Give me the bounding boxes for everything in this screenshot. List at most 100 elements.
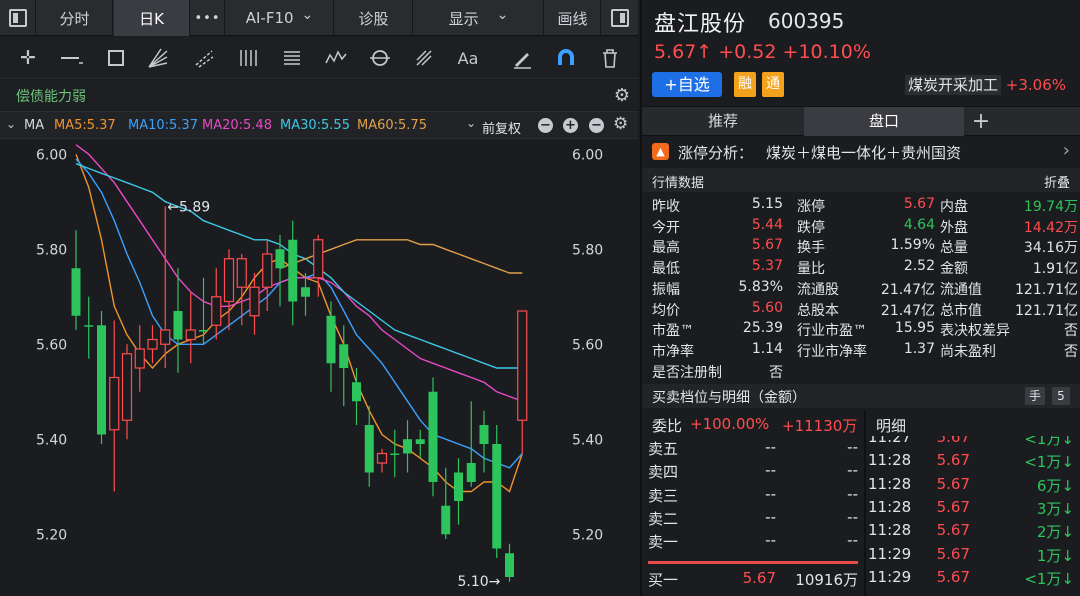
plus-icon[interactable]: + <box>563 118 578 133</box>
market-field-value: 1.91亿 <box>1032 261 1078 278</box>
market-field-label: 表决权差异 <box>940 323 1010 340</box>
trade-tick-row: 11:27 5.67 <1万↓ <box>866 436 1080 449</box>
trade-price: 5.67 <box>936 497 970 516</box>
candle-body <box>517 310 528 421</box>
market-field-label: 尚未盈利 <box>940 343 996 360</box>
order-book-level[interactable]: 卖五 -- -- <box>642 436 864 459</box>
ma60-value: MA60:5.75 <box>357 118 427 133</box>
settings-gear-icon[interactable]: ⚙ <box>614 85 630 106</box>
channel-tool[interactable] <box>190 45 218 71</box>
order-ratio-pct: +100.00% <box>690 415 770 433</box>
kline-chart[interactable]: 6.00 6.00 5.80 5.80 5.60 5.60 5.40 5.40 5.20 5.20… <box>0 140 638 596</box>
market-field-value: 5.67 <box>903 196 935 212</box>
crosshair-tool[interactable]: ✛ <box>14 45 42 71</box>
order-price: -- <box>765 484 776 503</box>
adjust-mode-label[interactable]: 前复权 <box>482 118 521 137</box>
y-tick-label-right: 5.60 <box>572 337 603 353</box>
fan-tool[interactable] <box>144 45 172 71</box>
draw-line-button[interactable]: 画线 <box>545 0 601 36</box>
depth-count-button[interactable]: 5 <box>1052 387 1070 405</box>
delete-drawings-button[interactable] <box>596 45 624 71</box>
order-book-level[interactable]: 卖二 -- -- <box>642 506 864 529</box>
crosshair-icon: ✛ <box>20 47 36 69</box>
settings-gear-icon[interactable]: ⚙ <box>613 114 628 134</box>
trade-price: 5.67 <box>936 451 970 470</box>
trade-volume: <1万↓ <box>1024 569 1074 588</box>
trade-price: 5.67 <box>936 521 970 540</box>
tab-recommend[interactable]: 推荐 <box>642 107 804 136</box>
vertical-lines-tool[interactable] <box>234 45 262 71</box>
gann-tool[interactable] <box>410 45 438 71</box>
market-field-value: 19.74万 <box>1023 199 1078 215</box>
order-ratio-row: 委比 +100.00% +11130万 明细 <box>642 410 1080 436</box>
layout-toggle-button[interactable] <box>0 0 36 36</box>
y-tick-label-right: 5.80 <box>572 242 603 258</box>
candle-body <box>441 505 451 535</box>
rect-tool[interactable] <box>102 45 130 71</box>
tab-ai-f10-label: AI-F10 <box>245 9 294 27</box>
collapse-button[interactable]: 折叠 <box>1044 172 1070 191</box>
order-price: 5.67 <box>742 568 776 587</box>
cycle-tool[interactable] <box>366 45 394 71</box>
tab-ai-f10[interactable]: AI-F10 ⌄ <box>226 0 334 36</box>
stock-code: 600395 <box>768 9 845 33</box>
price-change: 5.67↑ +0.52 +10.10% <box>654 41 871 63</box>
order-book-level[interactable]: 卖一 -- -- <box>642 529 864 552</box>
magnet-tool[interactable] <box>552 45 580 71</box>
minus-icon[interactable]: − <box>538 118 553 133</box>
y-tick-label-left: 5.40 <box>36 432 67 448</box>
order-book-level[interactable]: 卖三 -- -- <box>642 483 864 506</box>
pen-tool[interactable] <box>508 45 536 71</box>
candle-body <box>121 353 133 421</box>
connect-tag[interactable]: 通 <box>762 72 784 97</box>
market-field-value: 21.47亿 <box>880 302 935 319</box>
market-field-label: 均价 <box>652 302 680 319</box>
tab-daily-k[interactable]: 日K <box>114 0 190 36</box>
tab-order-book[interactable]: 盘口 <box>804 107 964 136</box>
wave-tool[interactable] <box>322 45 350 71</box>
wave-icon <box>325 50 347 64</box>
panel-toggle-button[interactable] <box>602 0 638 36</box>
display-dropdown[interactable]: 显示 ⌄ <box>414 0 544 36</box>
tab-diagnose[interactable]: 诊股 <box>335 0 413 36</box>
collapse-chevron-icon[interactable]: ⌄ <box>6 117 16 131</box>
trade-volume: 3万↓ <box>1036 499 1074 518</box>
more-icon: ••• <box>194 10 221 26</box>
market-field-value: 1.59% <box>890 237 935 254</box>
candle-body <box>109 376 120 431</box>
margin-tag[interactable]: 融 <box>734 72 756 97</box>
market-data-row: 市净率 1.14 行业市净率 1.37 尚未盈利 否 <box>642 339 1080 360</box>
ma10-line <box>75 158 523 469</box>
candle-body <box>288 239 298 302</box>
order-book-level[interactable]: 买一 5.67 10916万 <box>642 567 864 590</box>
order-level-label: 卖五 <box>648 440 679 458</box>
drawing-toolbar: ✛ Aa <box>0 37 638 79</box>
text-tool[interactable]: Aa <box>454 45 482 71</box>
tab-intraday[interactable]: 分时 <box>37 0 113 36</box>
sector-info[interactable]: 煤炭开采加工 +3.06% <box>904 74 1066 95</box>
candle-body <box>313 239 324 279</box>
candle-body <box>466 463 476 482</box>
candle-body <box>403 439 412 454</box>
trade-time: 11:28 <box>868 521 912 540</box>
trade-tick-row: 11:29 5.67 <1万↓ <box>866 566 1080 589</box>
limit-up-analysis[interactable]: ▲ 涨停分析： 煤炭＋煤电一体化＋贵州国资 › <box>642 138 1080 166</box>
line-tool[interactable] <box>58 45 86 71</box>
market-data-row: 最低 5.37 量比 2.52 金额 1.91亿 <box>642 256 1080 277</box>
trade-tick-row: 11:28 5.67 2万↓ <box>866 519 1080 542</box>
sidebar-layout-icon <box>8 9 27 27</box>
market-field-value: 5.83% <box>738 278 783 295</box>
add-watchlist-button[interactable]: +自选 <box>652 72 722 97</box>
text-box-tool[interactable] <box>278 45 306 71</box>
unit-hand-button[interactable]: 手 <box>1025 387 1045 405</box>
order-book-level[interactable]: 卖四 -- -- <box>642 459 864 482</box>
order-diff: +11130万 <box>782 417 858 435</box>
order-level-label: 买一 <box>648 570 679 589</box>
minus-icon[interactable]: − <box>589 118 604 133</box>
add-tab-icon[interactable]: + <box>966 107 996 136</box>
more-periods-button[interactable]: ••• <box>191 0 225 36</box>
limit-up-label: 涨停分析： <box>678 144 754 162</box>
adjust-chevron-icon[interactable]: ⌄ <box>466 116 476 130</box>
market-field-value: 4.64 <box>903 216 935 233</box>
candle-body <box>364 425 374 473</box>
